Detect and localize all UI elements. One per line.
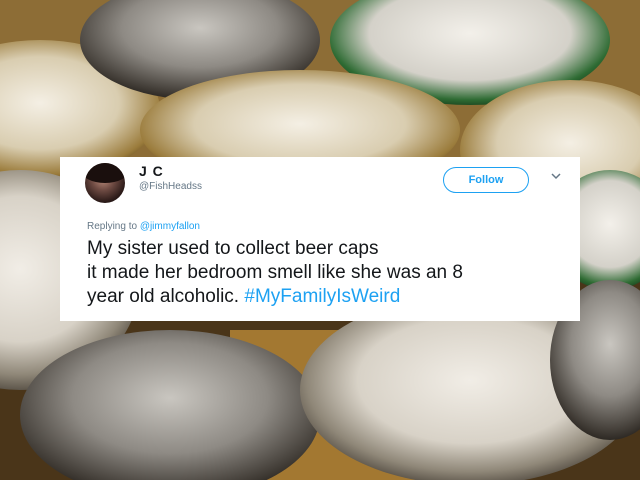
tweet-text-line: it made her bedroom smell like she was a… (87, 262, 463, 283)
reply-mention-link[interactable]: @jimmyfallon (140, 221, 200, 232)
reply-prefix: Replying to (87, 221, 138, 232)
hashtag-link[interactable]: #MyFamilyIsWeird (244, 286, 400, 307)
tweet-text-line: My sister used to collect beer caps (87, 238, 379, 259)
avatar[interactable] (85, 163, 125, 203)
tweet-text: My sister used to collect beer caps it m… (87, 237, 567, 309)
tweet-text-line-last: year old alcoholic. #MyFamilyIsWeird (87, 286, 401, 307)
chevron-down-icon[interactable] (550, 170, 562, 182)
follow-button[interactable]: Follow (443, 167, 529, 193)
reply-context: Replying to @jimmyfallon (87, 221, 200, 232)
tweet-card: J C @FishHeadss Follow Replying to @jimm… (60, 157, 580, 321)
username-handle[interactable]: @FishHeadss (139, 181, 202, 192)
display-name[interactable]: J C (139, 163, 164, 179)
